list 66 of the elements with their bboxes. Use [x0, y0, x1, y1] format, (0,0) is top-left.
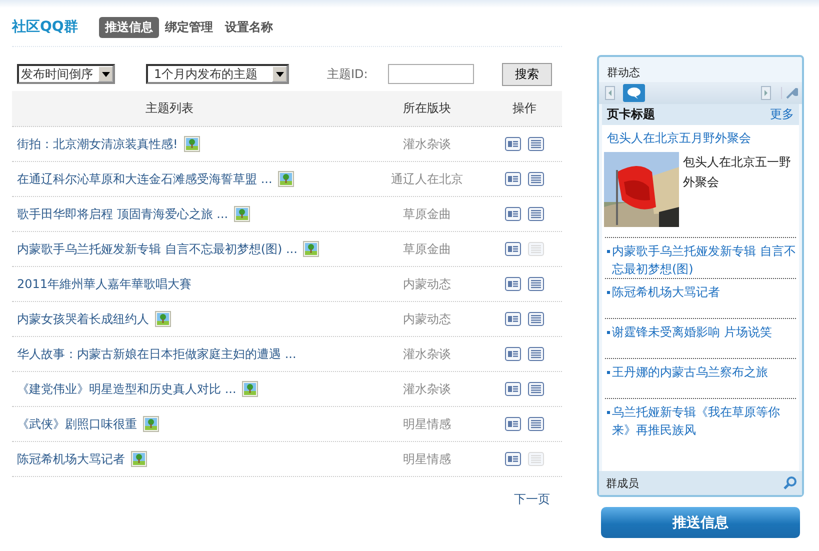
list-icon[interactable]: [528, 417, 544, 431]
range-dropdown[interactable]: 1个月内发布的主题: [146, 64, 289, 84]
topic-id-label: 主题ID:: [327, 66, 368, 82]
members-label: 群成员: [606, 476, 639, 490]
topic-id-field[interactable]: [388, 64, 474, 84]
news-link[interactable]: 乌兰托娅新专辑《我在草原等你来》再推民族风: [612, 403, 796, 439]
list-icon[interactable]: [528, 347, 544, 361]
search-button[interactable]: 搜索: [502, 62, 552, 86]
column-header: 主题列表: [144, 100, 194, 117]
board-name: 灌水杂谈: [402, 346, 452, 362]
sort-dropdown[interactable]: 发布时间倒序: [17, 64, 115, 84]
more-link[interactable]: 更多: [770, 106, 794, 123]
wrench-icon[interactable]: [781, 87, 798, 99]
column-header: 操作: [512, 100, 538, 117]
list-icon[interactable]: [528, 382, 544, 396]
news-link[interactable]: 内蒙歌手乌兰托娅发新专辑 自言不忘最初梦想(图): [612, 242, 796, 278]
topic-link[interactable]: 《武侠》剧照口味很重: [17, 416, 137, 432]
column-header: 所在版块: [402, 100, 452, 117]
board-name: 明星情感: [402, 416, 452, 432]
news-link[interactable]: 王丹娜的内蒙古乌兰察布之旅: [612, 363, 768, 381]
news-link[interactable]: 陈冠希机场大骂记者: [612, 283, 720, 301]
nav-tab[interactable]: 推送信息: [98, 16, 159, 38]
topic-link[interactable]: 《建党伟业》明星造型和历史真人对比 ...: [17, 380, 236, 398]
card-icon[interactable]: [505, 382, 521, 396]
card-icon[interactable]: [505, 347, 521, 361]
topic-link[interactable]: 在通辽科尔沁草原和大连金石滩感受海誓草盟 ...: [17, 170, 272, 188]
list-icon[interactable]: [528, 137, 544, 151]
card-icon[interactable]: [505, 277, 521, 291]
next-page-link[interactable]: 下一页: [514, 491, 550, 508]
chat-bubble-icon[interactable]: [623, 84, 645, 102]
featured-link[interactable]: 包头人在北京五月野外聚会: [602, 125, 799, 152]
topic-link[interactable]: 2011年維州華人嘉年華歌唱大賽: [17, 276, 192, 292]
card-title: 页卡标题: [607, 106, 655, 123]
card-icon[interactable]: [505, 172, 521, 186]
board-name: 灌水杂谈: [402, 136, 452, 152]
list-icon[interactable]: [528, 172, 544, 186]
board-name: 草原金曲: [402, 240, 452, 258]
card-icon[interactable]: [505, 242, 521, 256]
topic-link[interactable]: 歌手田华即将启程 顶固青海爱心之旅 ...: [17, 206, 228, 222]
news-link[interactable]: 谢霆锋未受离婚影响 片场说笑: [612, 323, 772, 341]
board-name: 灌水杂谈: [402, 380, 452, 398]
list-icon[interactable]: [528, 312, 544, 326]
topic-link[interactable]: 内蒙女孩哭着长成纽约人: [17, 310, 149, 328]
topic-link[interactable]: 内蒙歌手乌兰托娅发新专辑 自言不忘最初梦想(图) ...: [17, 240, 298, 258]
board-name: 内蒙动态: [402, 276, 452, 292]
card-icon[interactable]: [505, 312, 521, 326]
topic-link[interactable]: 华人故事：内蒙古新娘在日本拒做家庭主妇的遭遇 ...: [17, 346, 296, 362]
board-name: 通辽人在北京: [390, 170, 464, 188]
board-name: 明星情感: [402, 450, 452, 468]
picture-caption: 包头人在北京五一野外聚会: [683, 154, 792, 191]
list-icon[interactable]: [528, 207, 544, 221]
site-logo: 社区QQ群: [12, 18, 78, 36]
card-icon[interactable]: [505, 207, 521, 221]
search-icon[interactable]: [783, 476, 797, 490]
card-icon[interactable]: [505, 417, 521, 431]
card-icon[interactable]: [505, 137, 521, 151]
topic-link[interactable]: 陈冠希机场大骂记者: [17, 450, 125, 468]
card-icon[interactable]: [505, 452, 521, 466]
nav-tab[interactable]: 绑定管理: [158, 16, 219, 38]
nav-tab[interactable]: 设置名称: [218, 16, 279, 38]
board-name: 内蒙动态: [402, 310, 452, 328]
push-button[interactable]: 推送信息: [601, 507, 800, 538]
topic-link[interactable]: 街拍：北京潮女清凉装真性感!: [17, 136, 178, 152]
list-icon[interactable]: [528, 277, 544, 291]
panel-title: 群动态: [606, 65, 641, 81]
board-name: 草原金曲: [402, 206, 452, 222]
